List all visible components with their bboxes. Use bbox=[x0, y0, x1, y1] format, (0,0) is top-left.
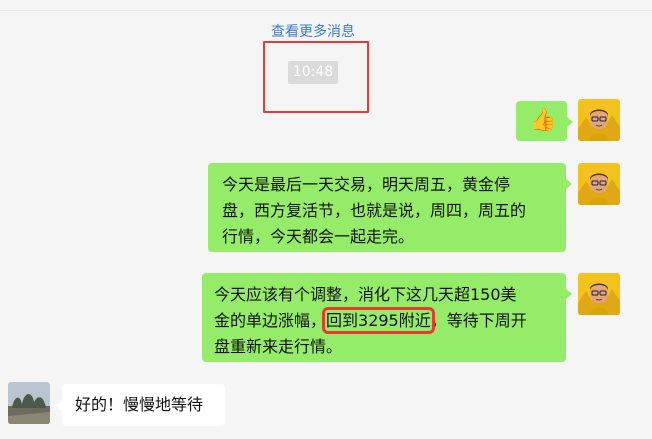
my-text-message[interactable]: 今天是最后一天交易，明天周五，黄金停 盘，西方复活节，也就是说，周四，周五的 行… bbox=[208, 163, 572, 252]
my-avatar[interactable] bbox=[578, 99, 620, 141]
message-text: 金的单边涨幅， bbox=[214, 311, 327, 330]
view-more-messages-link[interactable]: 查看更多消息 bbox=[0, 21, 626, 41]
highlighted-price-text: 回到3295附近 bbox=[322, 307, 435, 334]
message-timestamp: 10:48 bbox=[288, 61, 338, 84]
message-line: 金的单边涨幅，回到3295附近，等待下周开 bbox=[214, 307, 552, 334]
message-line: 盘，西方复活节，也就是说，周四，周五的 bbox=[222, 201, 527, 220]
message-line: 今天是最后一天交易，明天周五，黄金停 bbox=[222, 175, 511, 194]
message-line: 行情，今天都会一起走完。 bbox=[222, 227, 415, 246]
message-text: ，等待下周开 bbox=[430, 311, 527, 330]
my-text-message-highlighted[interactable]: 今天应该有个调整，消化下这几天超150美 金的单边涨幅，回到3295附近，等待下… bbox=[202, 273, 572, 362]
contact-avatar[interactable] bbox=[8, 382, 50, 424]
my-avatar[interactable] bbox=[578, 163, 620, 205]
message-line: 好的！慢慢地等待 bbox=[75, 395, 204, 414]
message-line: 今天应该有个调整，消化下这几天超150美 bbox=[214, 285, 517, 304]
my-emoji-message[interactable]: 👍 bbox=[516, 101, 573, 141]
message-line: 盘重新来走行情。 bbox=[214, 337, 343, 356]
my-avatar[interactable] bbox=[578, 273, 620, 315]
thumbs-up-icon: 👍 bbox=[529, 108, 557, 133]
top-divider bbox=[0, 10, 652, 11]
contact-text-message[interactable]: 好的！慢慢地等待 bbox=[56, 384, 225, 426]
